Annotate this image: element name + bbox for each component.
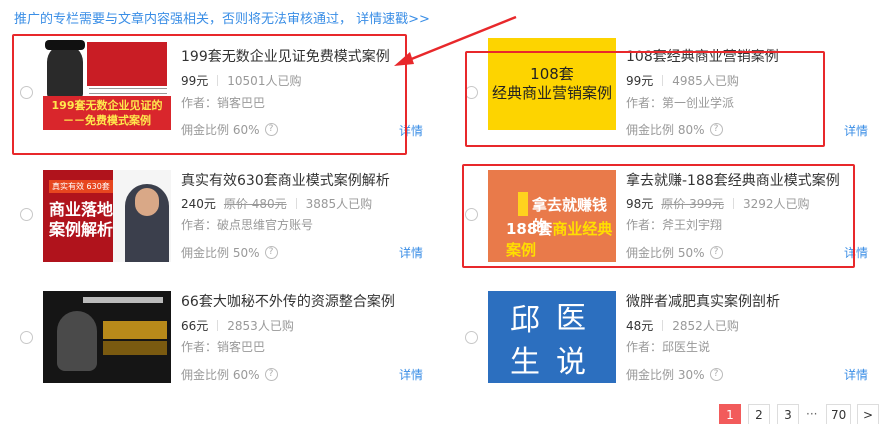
thumbnail-char: 医 bbox=[556, 301, 586, 336]
thumbnail-face bbox=[135, 188, 159, 216]
buyer-count: 2852人已购 bbox=[672, 319, 739, 333]
thumbnail-tag: 真实有效 630套 bbox=[49, 180, 113, 193]
page-button-last[interactable]: 70 bbox=[826, 404, 852, 424]
thumbnail-banner bbox=[103, 341, 167, 355]
course-price: 48元 bbox=[626, 319, 654, 333]
page-button-3[interactable]: 3 bbox=[777, 404, 799, 424]
commission-text: 佣金比例 60% bbox=[181, 368, 260, 382]
next-page-button[interactable]: > bbox=[857, 404, 879, 424]
notice-text[interactable]: 推广的专栏需要与文章内容强相关，否则将无法审核通过， 详情速戳>> bbox=[14, 8, 430, 27]
commission-rate: 佣金比例 50% ? bbox=[181, 244, 278, 261]
commission-rate: 佣金比例 30% ? bbox=[626, 366, 723, 383]
course-card[interactable]: 66套大咖秘不外传的资源整合案例 66元 2853人已购 作者：销客巴巴 佣金比… bbox=[14, 291, 444, 401]
course-meta: 66元 2853人已购 bbox=[181, 317, 294, 334]
buyer-count: 2853人已购 bbox=[227, 319, 294, 333]
highlight-box bbox=[12, 34, 407, 155]
course-title[interactable]: 微胖者减肥真实案例剖析 bbox=[626, 291, 780, 311]
divider bbox=[662, 320, 664, 331]
thumbnail-caption: 商业落地 案例解析 bbox=[49, 200, 113, 240]
course-author: 作者：破点思维官方账号 bbox=[181, 218, 314, 232]
help-icon[interactable]: ? bbox=[264, 246, 278, 259]
detail-link[interactable]: 详情 bbox=[844, 122, 868, 139]
highlight-box bbox=[465, 51, 825, 147]
select-radio[interactable] bbox=[20, 208, 33, 221]
detail-link[interactable]: 详情 bbox=[844, 366, 868, 383]
course-author: 作者：邱医生说 bbox=[626, 340, 711, 354]
help-icon[interactable]: ? bbox=[264, 368, 278, 381]
detail-link[interactable]: 详情 bbox=[399, 244, 423, 261]
page-button-1[interactable]: 1 bbox=[719, 404, 741, 424]
thumbnail-figure bbox=[57, 311, 97, 371]
original-price: 原价 480元 bbox=[223, 197, 287, 211]
thumbnail-caption-line: 案例解析 bbox=[49, 220, 114, 239]
select-radio[interactable] bbox=[465, 331, 478, 344]
thumbnail-char: 生 bbox=[510, 345, 540, 380]
thumbnail-char: 说 bbox=[556, 345, 586, 380]
detail-link[interactable]: 详情 bbox=[399, 366, 423, 383]
divider bbox=[217, 320, 219, 331]
course-price: 66元 bbox=[181, 319, 209, 333]
commission-text: 佣金比例 30% bbox=[626, 368, 705, 382]
page-button-2[interactable]: 2 bbox=[748, 404, 770, 424]
course-meta: 240元 原价 480元 3885人已购 bbox=[181, 195, 372, 212]
thumbnail-caption-line: 商业落地 bbox=[49, 200, 114, 219]
highlight-box bbox=[462, 164, 855, 268]
help-icon[interactable]: ? bbox=[709, 368, 723, 381]
thumbnail-strip bbox=[83, 297, 163, 303]
course-thumbnail[interactable] bbox=[43, 291, 171, 383]
course-card[interactable]: 邱 医 生 说 微胖者减肥真实案例剖析 48元 2852人已购 作者：邱医生说 … bbox=[459, 291, 889, 401]
course-title[interactable]: 66套大咖秘不外传的资源整合案例 bbox=[181, 291, 395, 311]
pagination-ellipsis: ··· bbox=[806, 407, 818, 421]
course-card[interactable]: 真实有效 630套 商业落地 案例解析 真实有效630套商业模式案例解析 240… bbox=[14, 170, 444, 280]
course-title[interactable]: 真实有效630套商业模式案例解析 bbox=[181, 170, 390, 190]
commission-rate: 佣金比例 60% ? bbox=[181, 366, 278, 383]
course-author: 作者：销客巴巴 bbox=[181, 340, 266, 354]
select-radio[interactable] bbox=[20, 331, 33, 344]
course-meta: 48元 2852人已购 bbox=[626, 317, 739, 334]
commission-text: 佣金比例 50% bbox=[181, 246, 260, 260]
thumbnail-banner bbox=[103, 321, 167, 339]
course-thumbnail[interactable]: 邱 医 生 说 bbox=[488, 291, 616, 383]
thumbnail-char: 邱 bbox=[510, 303, 540, 338]
buyer-count: 3885人已购 bbox=[305, 197, 373, 211]
course-thumbnail[interactable]: 真实有效 630套 商业落地 案例解析 bbox=[43, 170, 171, 262]
divider bbox=[295, 198, 297, 209]
course-price: 240元 bbox=[181, 197, 216, 211]
